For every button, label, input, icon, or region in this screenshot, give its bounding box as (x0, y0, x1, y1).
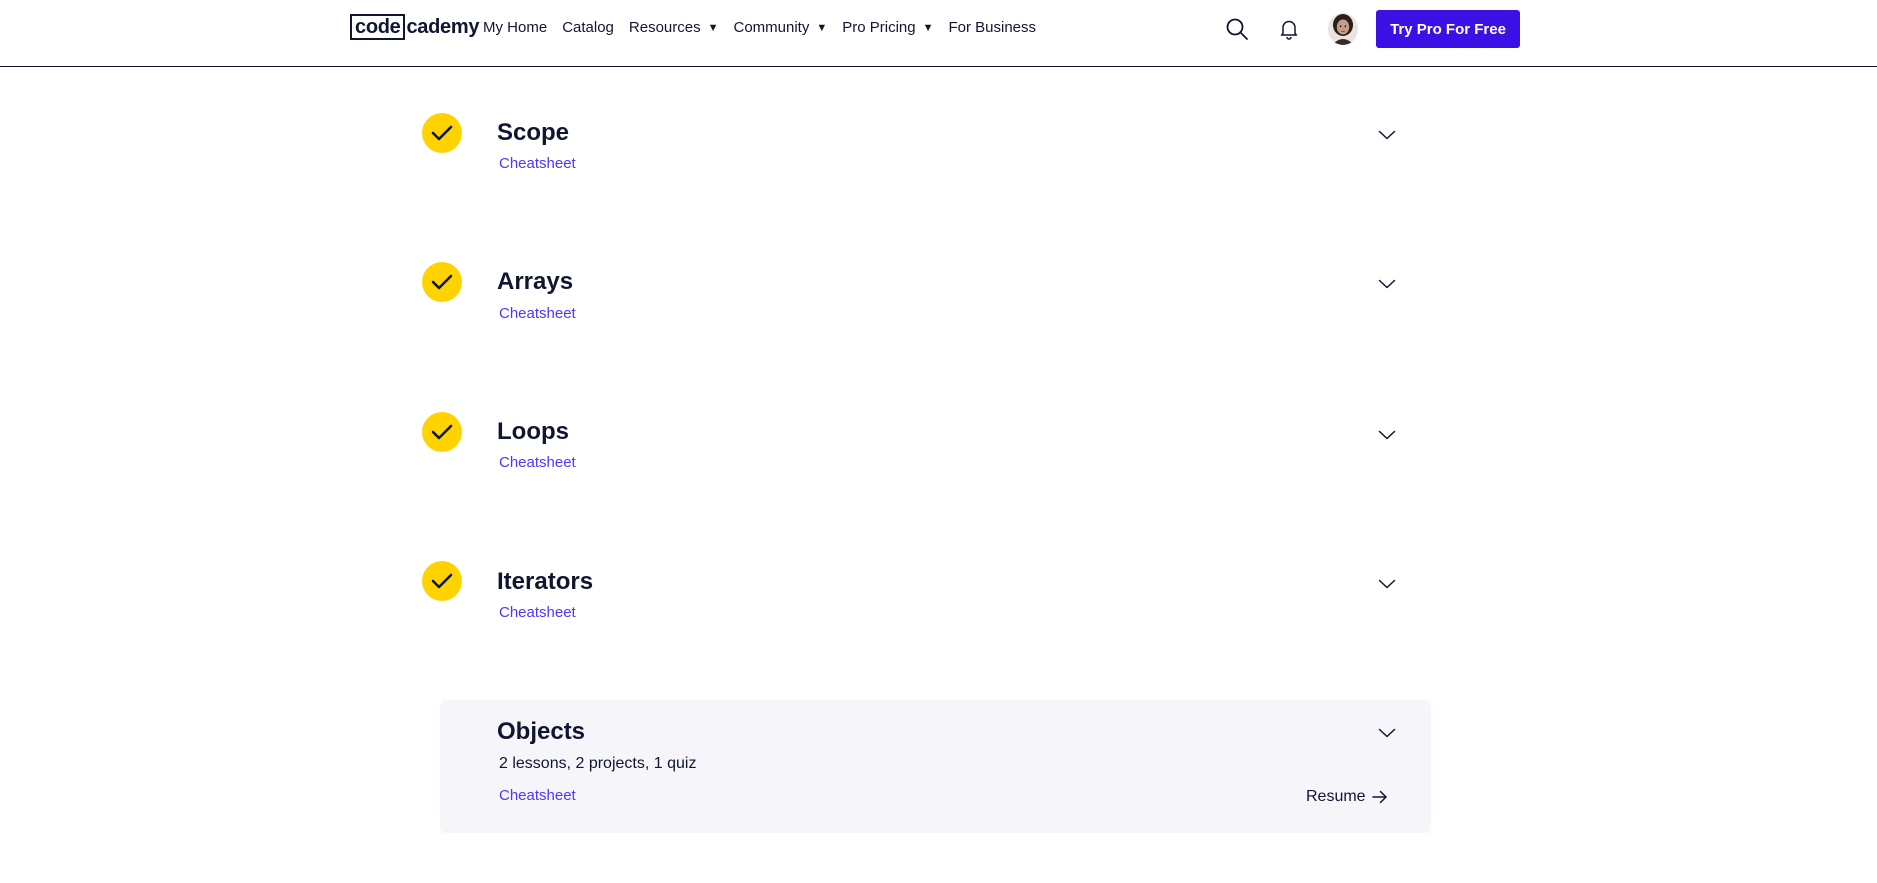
module-title[interactable]: Objects (497, 717, 585, 747)
nav-catalog-label: Catalog (562, 19, 614, 36)
module-item: Iterators Cheatsheet (420, 561, 1430, 641)
nav-resources-label: Resources (628, 19, 701, 36)
cheatsheet-link[interactable]: Cheatsheet (499, 304, 576, 324)
nav-resources-dropdown[interactable]: Resources ▼ (629, 18, 719, 38)
primary-nav: My Home Catalog Resources ▼ Community ▼ … (483, 18, 1051, 38)
logo-cademy-text: cademy (406, 16, 480, 38)
nav-community-dropdown[interactable]: Community ▼ (733, 18, 827, 38)
module-item: Scope Cheatsheet (420, 113, 1430, 193)
module-item: Loops Cheatsheet (420, 412, 1430, 492)
module-item: Arrays Cheatsheet (420, 262, 1430, 342)
module-title[interactable]: Scope (497, 118, 569, 148)
cheatsheet-link[interactable]: Cheatsheet (499, 786, 576, 806)
caret-down-icon: ▼ (922, 22, 934, 34)
chevron-down-icon[interactable] (1375, 572, 1399, 596)
caret-down-icon: ▼ (816, 22, 828, 34)
chevron-down-icon[interactable] (1375, 423, 1399, 447)
nav-my-home[interactable]: My Home (483, 18, 547, 38)
try-pro-button[interactable]: Try Pro For Free (1376, 10, 1520, 48)
nav-community-label: Community (733, 19, 810, 36)
nav-catalog[interactable]: Catalog (562, 18, 614, 38)
nav-for-business-label: For Business (948, 19, 1037, 36)
chevron-down-icon[interactable] (1375, 272, 1399, 296)
checkmark-complete-icon (422, 412, 462, 452)
logo-code-box: code (350, 14, 406, 40)
top-nav-bar: code cademy My Home Catalog Resources ▼ C… (0, 0, 1877, 67)
chevron-down-icon[interactable] (1375, 721, 1399, 745)
nav-pro-pricing-label: Pro Pricing (842, 19, 916, 36)
nav-pro-pricing-dropdown[interactable]: Pro Pricing ▼ (842, 18, 933, 38)
cheatsheet-link[interactable]: Cheatsheet (499, 603, 576, 623)
resume-button[interactable]: Resume (1306, 786, 1388, 808)
nav-my-home-label: My Home (483, 19, 548, 36)
module-title[interactable]: Arrays (497, 267, 573, 297)
bell-icon[interactable] (1278, 16, 1300, 42)
module-title[interactable]: Iterators (497, 567, 593, 597)
caret-down-icon: ▼ (707, 22, 719, 34)
current-module-card: Objects 2 lessons, 2 projects, 1 quiz Ch… (440, 700, 1431, 833)
search-icon[interactable] (1224, 16, 1250, 42)
cheatsheet-link[interactable]: Cheatsheet (499, 154, 576, 174)
checkmark-complete-icon (422, 262, 462, 302)
codecademy-logo[interactable]: code cademy (350, 14, 479, 40)
checkmark-complete-icon (422, 561, 462, 601)
nav-for-business[interactable]: For Business (948, 18, 1036, 38)
cheatsheet-link[interactable]: Cheatsheet (499, 453, 576, 473)
user-avatar[interactable] (1328, 13, 1358, 45)
module-content-summary: 2 lessons, 2 projects, 1 quiz (499, 755, 697, 772)
module-title[interactable]: Loops (497, 417, 569, 447)
resume-label: Resume (1306, 788, 1366, 805)
arrow-right-icon (1371, 790, 1388, 804)
checkmark-complete-icon (422, 113, 462, 153)
chevron-down-icon[interactable] (1375, 123, 1399, 147)
